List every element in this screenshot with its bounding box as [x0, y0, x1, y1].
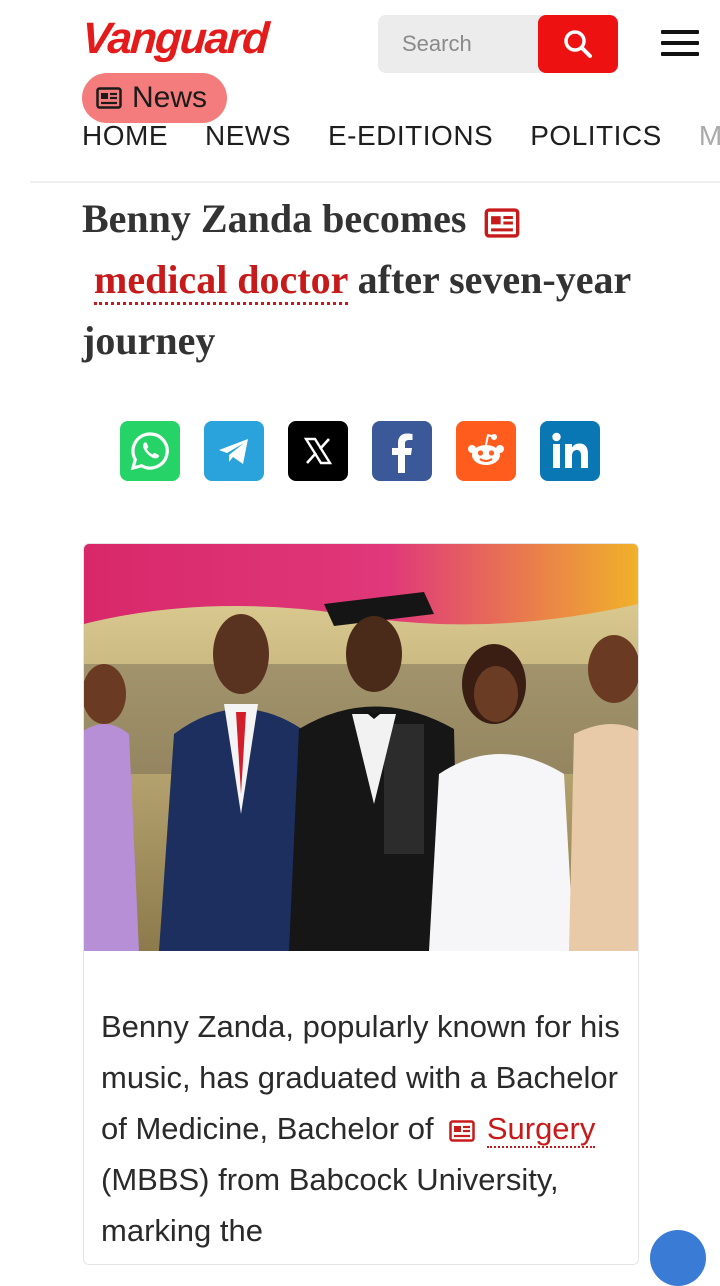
telegram-share-button[interactable]: [204, 421, 264, 481]
x-icon: [303, 437, 333, 465]
search-input[interactable]: [378, 15, 538, 73]
section-badge-label: News: [132, 81, 208, 114]
linkedin-share-button[interactable]: [540, 421, 600, 481]
whatsapp-icon: [130, 432, 169, 471]
section-badge[interactable]: News: [82, 73, 228, 123]
headline-text: Benny Zanda becomes: [82, 196, 467, 241]
menu-line: [661, 30, 699, 34]
hamburger-menu-button[interactable]: [661, 30, 699, 60]
facebook-icon: [392, 433, 413, 473]
whatsapp-share-button[interactable]: [120, 421, 180, 481]
nav-politics[interactable]: POLITICS: [530, 120, 662, 156]
search-button[interactable]: [538, 15, 618, 73]
reddit-icon: [468, 433, 504, 465]
headline-topic-link[interactable]: medical doctor: [94, 257, 348, 305]
share-bar: [120, 421, 600, 481]
header-divider: [30, 181, 720, 183]
x-share-button[interactable]: [288, 421, 348, 481]
nav-more[interactable]: ME: [699, 120, 720, 156]
facebook-share-button[interactable]: [372, 421, 432, 481]
menu-line: [661, 52, 699, 56]
nav-home[interactable]: HOME: [82, 120, 168, 156]
search-bar: [378, 15, 618, 73]
vanguard-logo[interactable]: Vanguard: [80, 14, 269, 64]
article-photo[interactable]: [84, 544, 638, 951]
telegram-icon: [219, 439, 248, 464]
linkedin-icon: [552, 432, 588, 468]
main-nav: HOME NEWS E-EDITIONS POLITICS ME: [82, 120, 720, 156]
newspaper-icon: [484, 208, 519, 238]
reddit-share-button[interactable]: [456, 421, 516, 481]
floating-action-button[interactable]: [650, 1230, 706, 1286]
nav-news[interactable]: NEWS: [205, 120, 291, 156]
newspaper-icon: [96, 87, 122, 109]
newspaper-icon: [449, 1120, 475, 1142]
body-text: (MBBS) from Babcock University, marking …: [101, 1162, 559, 1248]
article-card: Benny Zanda, popularly known for his mus…: [83, 543, 639, 1265]
search-icon: [564, 30, 592, 58]
menu-line: [661, 41, 699, 45]
body-topic-link[interactable]: Surgery: [486, 1111, 596, 1148]
article-headline: Benny Zanda becomes medical doctor after…: [82, 188, 642, 371]
article-body: Benny Zanda, popularly known for his mus…: [101, 1001, 631, 1256]
nav-e-editions[interactable]: E-EDITIONS: [328, 120, 493, 156]
